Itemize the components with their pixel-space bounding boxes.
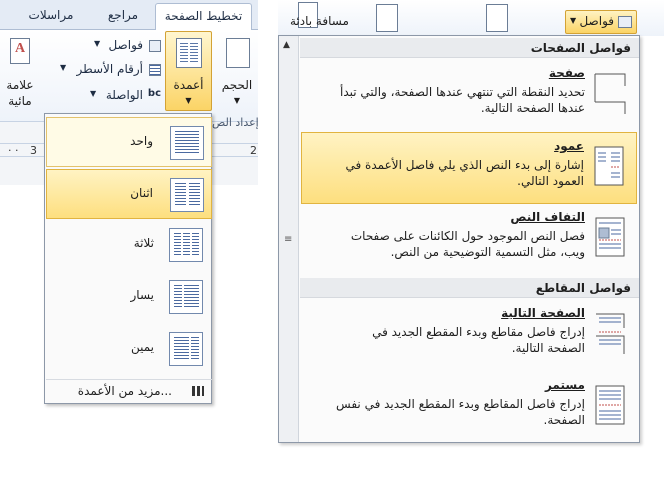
line-numbers-button[interactable]: ▼ أرقام الأسطر: [58, 62, 163, 78]
columns-option-one[interactable]: واحد: [46, 117, 212, 167]
two-columns-icon: [170, 178, 204, 212]
one-column-icon: [170, 126, 204, 160]
break-item-column[interactable]: عمود إشارة إلى بدء النص الذي يلي فاصل ال…: [301, 132, 637, 204]
columns-option-label: يمين: [130, 340, 154, 354]
break-item-page[interactable]: صفحة تحديد النقطة التي تنتهي عندها الصفح…: [301, 60, 637, 132]
break-item-continuous[interactable]: مستمر إدراج فاصل المقاطع وبدء المقطع الج…: [301, 372, 637, 444]
break-item-title: الصفحة التالية: [501, 306, 585, 320]
ruler-dots: · ·: [8, 144, 19, 157]
watermark-icon: A: [10, 38, 30, 64]
columns-option-three[interactable]: ثلاثة: [46, 220, 212, 270]
continuous-break-icon: [595, 385, 625, 425]
columns-option-label: يسار: [130, 288, 155, 302]
columns-option-left[interactable]: يسار: [46, 272, 212, 322]
break-item-title: صفحة: [548, 66, 585, 80]
more-columns-label: مزيد من الأعمدة...: [77, 384, 172, 398]
columns-icon: [176, 38, 202, 68]
line-numbers-label: أرقام الأسطر: [76, 62, 143, 76]
breaks-icon: [618, 16, 632, 28]
break-item-desc: فصل النص الموجود حول الكائنات على صفحات …: [350, 229, 585, 259]
break-item-title: مستمر: [544, 378, 585, 392]
size-button[interactable]: الحجم ▼: [216, 34, 258, 114]
dropdown-arrow-icon: ▼: [94, 39, 101, 48]
ruler-number-right: 2: [250, 144, 257, 157]
scrollbar[interactable]: ▲ ≡: [279, 36, 299, 442]
watermark-button[interactable]: A علامة مائية: [0, 34, 40, 114]
page-color-icon: [376, 4, 398, 32]
hyphenation-label: الواصلة: [105, 88, 143, 102]
tab-references[interactable]: مراجع: [95, 3, 151, 30]
tab-mailings[interactable]: مراسلات: [12, 3, 90, 30]
more-columns-icon: [192, 386, 204, 396]
page-break-icon: [594, 73, 626, 114]
break-item-next-page[interactable]: الصفحة التالية إدراج فاصل مقاطع وبدء الم…: [301, 300, 637, 372]
columns-label: أعمدة: [173, 78, 204, 92]
page-borders-icon: [486, 4, 508, 32]
ribbon-tabs: تخطيط الصفحة مراجع مراسلات: [0, 0, 258, 31]
columns-option-label: اثنان: [130, 186, 153, 200]
page-size-icon: [226, 38, 250, 68]
three-columns-icon: [169, 228, 203, 262]
break-item-title: عمود: [554, 139, 584, 153]
columns-menu: واحد اثنان ثلاثة يسار يمين مزيد من الأعم…: [44, 113, 212, 404]
columns-option-right[interactable]: يمين: [46, 324, 212, 374]
breaks-icon: [149, 40, 161, 52]
text-wrapping-break-icon: [595, 217, 625, 257]
group-label: إعداد الص: [212, 116, 258, 129]
column-break-icon: [594, 146, 624, 186]
dropdown-arrow-icon: ▼: [60, 63, 67, 72]
scroll-up-icon[interactable]: ▲: [283, 40, 290, 50]
dropdown-arrow-icon: ▼: [570, 16, 577, 25]
scroll-grip-icon[interactable]: ≡: [284, 234, 292, 245]
tab-page-layout[interactable]: تخطيط الصفحة: [155, 3, 252, 31]
next-page-break-icon: [596, 313, 625, 354]
spacing-label: مسافة بادئة: [290, 14, 349, 28]
break-item-desc: إدراج فاصل مقاطع وبدء المقطع الجديد في ا…: [372, 325, 585, 355]
columns-button[interactable]: أعمدة ▼: [165, 31, 212, 111]
size-label: الحجم: [221, 78, 253, 92]
breaks-button[interactable]: ▼ فواصل: [565, 10, 637, 34]
line-numbers-icon: [149, 64, 161, 76]
columns-option-label: واحد: [130, 134, 153, 148]
right-column-icon: [169, 332, 203, 366]
break-item-text-wrapping[interactable]: التفاف النص فصل النص الموجود حول الكائنا…: [301, 204, 637, 276]
breaks-button-label: فواصل: [579, 14, 614, 28]
dropdown-arrow-icon: ▼: [233, 96, 241, 105]
breaks-small-label: فواصل: [108, 38, 143, 52]
watermark-label-2: مائية: [8, 94, 32, 108]
break-item-desc: إشارة إلى بدء النص الذي يلي فاصل الأعمدة…: [345, 158, 585, 188]
section-breaks-header: فواصل المقاطع: [300, 278, 639, 298]
columns-option-label: ثلاثة: [133, 236, 154, 250]
columns-option-two[interactable]: اثنان: [46, 169, 212, 219]
breaks-small-button[interactable]: ▼ فواصل: [88, 38, 163, 54]
break-item-desc: تحديد النقطة التي تنتهي عندها الصفحة، وا…: [340, 85, 585, 115]
watermark-label-1: علامة: [6, 78, 34, 92]
hyphenation-icon: bc: [147, 88, 161, 99]
break-item-desc: إدراج فاصل المقاطع وبدء المقطع الجديد في…: [336, 397, 585, 427]
left-column-icon: [169, 280, 203, 314]
page-breaks-header: فواصل الصفحات: [300, 38, 639, 58]
more-columns-item[interactable]: مزيد من الأعمدة...: [46, 379, 212, 403]
ruler-number-left: 3: [30, 144, 37, 157]
hyphenation-button[interactable]: ▼ الواصلة bc: [88, 88, 163, 104]
break-item-title: التفاف النص: [510, 210, 585, 224]
breaks-menu: ▲ ≡ فواصل الصفحات صفحة تحديد النقطة التي…: [278, 35, 640, 443]
dropdown-arrow-icon: ▼: [90, 89, 97, 98]
dropdown-arrow-icon: ▼: [185, 96, 192, 105]
